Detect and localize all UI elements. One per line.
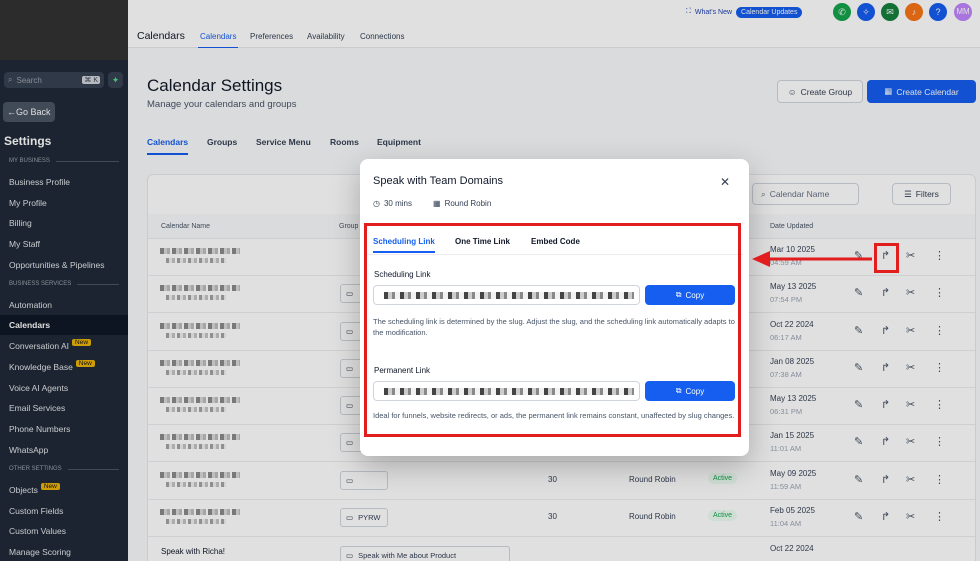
annotation-arrow	[752, 251, 872, 267]
